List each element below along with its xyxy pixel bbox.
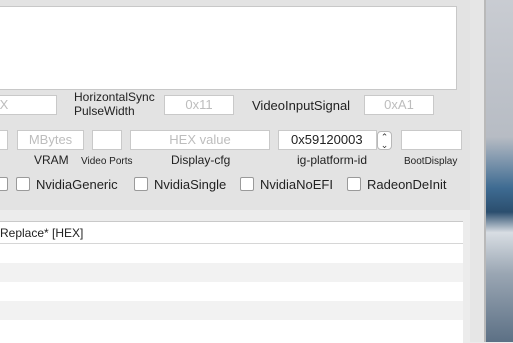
hsync-label-line1: HorizontalSync	[74, 90, 155, 104]
text-area[interactable]	[0, 6, 457, 90]
partial-checkbox[interactable]	[0, 176, 14, 192]
ig-platform-id-stepper[interactable]: ⌃ ⌄	[377, 131, 392, 150]
checkbox-box[interactable]	[0, 177, 8, 191]
partial-field[interactable]	[0, 130, 8, 150]
graphics-settings-panel: XX HorizontalSync PulseWidth 0x11 VideoI…	[0, 0, 470, 210]
checkbox-box[interactable]	[134, 177, 148, 191]
table-row[interactable]	[0, 282, 463, 301]
table-row[interactable]	[0, 320, 463, 339]
ig-platform-id-field[interactable]: 0x59120003	[278, 130, 377, 150]
table-row[interactable]	[0, 263, 463, 282]
hsync-label-line2: PulseWidth	[74, 104, 135, 118]
desktop-background	[486, 0, 513, 342]
chevron-down-icon[interactable]: ⌄	[378, 141, 391, 150]
vram-label: VRAM	[34, 153, 69, 167]
display-cfg-field[interactable]: HEX value	[130, 130, 270, 150]
hsync-pulse-width-field[interactable]: 0x11	[164, 95, 234, 115]
checkbox-nvidia-single[interactable]: NvidiaSingle	[134, 176, 226, 192]
checkbox-box[interactable]	[240, 177, 254, 191]
checkbox-label: NvidiaSingle	[154, 176, 227, 192]
video-input-signal-label: VideoInputSignal	[252, 98, 351, 113]
checkbox-label: NvidiaGeneric	[36, 176, 118, 192]
checkbox-box[interactable]	[16, 177, 30, 191]
checkbox-nvidia-generic[interactable]: NvidiaGeneric	[16, 176, 118, 192]
window-edge	[484, 0, 486, 342]
checkbox-radeon-deinit[interactable]: RadeonDeInit	[347, 176, 447, 192]
boot-display-field[interactable]	[401, 130, 462, 150]
window-scroll-strip	[470, 0, 484, 342]
video-input-signal-field[interactable]: 0xA1	[364, 95, 434, 115]
checkbox-nvidia-no-efi[interactable]: NvidiaNoEFI	[240, 176, 333, 192]
left-hex-field[interactable]: XX	[0, 95, 57, 115]
vram-field[interactable]: MBytes	[17, 130, 84, 150]
table-row[interactable]	[0, 244, 463, 263]
table-header-replace[interactable]: Replace* [HEX]	[0, 222, 463, 244]
table-row[interactable]	[0, 301, 463, 320]
checkbox-label: NvidiaNoEFI	[260, 176, 333, 192]
display-cfg-label: Display-cfg	[171, 153, 231, 167]
patch-table[interactable]: Replace* [HEX]	[0, 221, 463, 343]
checkbox-label: RadeonDeInit	[367, 176, 447, 192]
video-ports-field[interactable]	[92, 130, 122, 150]
checkbox-box[interactable]	[347, 177, 361, 191]
boot-display-label: BootDisplay	[404, 156, 458, 167]
video-ports-label: Video Ports	[81, 156, 133, 167]
ig-platform-id-label: ig-platform-id	[297, 153, 368, 167]
